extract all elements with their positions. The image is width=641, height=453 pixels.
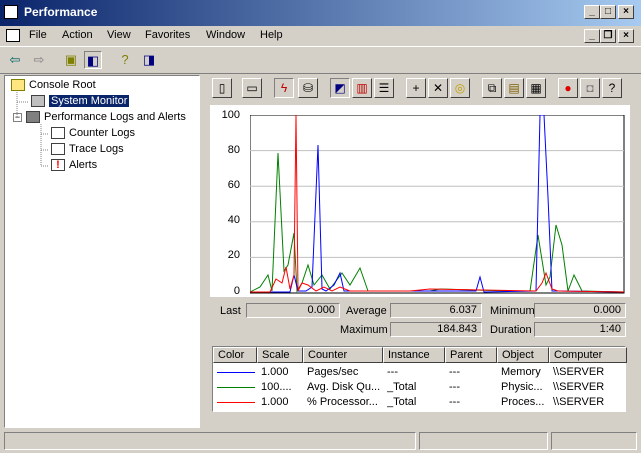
title-bar[interactable]: Performance _ □ ×	[0, 0, 641, 26]
new-counter-set-icon[interactable]: ▯	[212, 78, 232, 98]
menu-bar: File Action View Favorites Window Help _…	[0, 26, 641, 46]
y-tick-label: 0	[233, 285, 240, 297]
performance-graph: 100 80 60 40 20 0	[210, 105, 630, 297]
forward-arrow-icon[interactable]: ⇨	[30, 51, 48, 69]
plot-frame	[250, 115, 625, 294]
column-header-instance[interactable]: Instance	[383, 347, 445, 363]
legend-object: Proces...	[501, 396, 545, 408]
close-button[interactable]: ×	[618, 5, 634, 19]
column-header-counter[interactable]: Counter	[303, 347, 383, 363]
legend-scale: 1.000	[261, 366, 289, 378]
series-color-swatch	[217, 402, 255, 403]
window-title: Performance	[24, 5, 98, 19]
menu-window[interactable]: Window	[206, 29, 245, 41]
legend-scale: 1.000	[261, 396, 289, 408]
maximize-button[interactable]: □	[600, 5, 616, 19]
legend-row[interactable]: 1.000 Pages/sec --- --- Memory \\SERVER	[213, 365, 627, 380]
legend-row[interactable]: 100.... Avg. Disk Qu... _Total --- Physi…	[213, 380, 627, 395]
doc-restore-button[interactable]: ❐	[600, 29, 616, 43]
help-icon[interactable]: ?	[116, 51, 134, 69]
stat-average-value: 6.037	[390, 303, 482, 318]
stat-minimum-value: 0.000	[534, 303, 626, 318]
legend-computer: \\SERVER	[553, 396, 605, 408]
stat-minimum-label: Minimum	[490, 305, 535, 317]
column-header-object[interactable]: Object	[497, 347, 549, 363]
menu-view[interactable]: View	[107, 29, 131, 41]
legend-computer: \\SERVER	[553, 381, 605, 393]
highlight-icon[interactable]: ◎	[450, 78, 470, 98]
paste-counter-list-icon[interactable]: ▤	[504, 78, 524, 98]
stat-last-label: Last	[220, 305, 241, 317]
legend-counter: % Processor...	[307, 396, 378, 408]
column-header-color[interactable]: Color	[213, 347, 257, 363]
legend-instance: _Total	[387, 396, 417, 408]
action-pane-icon[interactable]: ◨	[140, 51, 158, 69]
freeze-display-icon[interactable]: ●	[558, 78, 578, 98]
mmc-doc-icon[interactable]	[6, 29, 20, 42]
counter-legend: Color Scale Counter Instance Parent Obje…	[212, 346, 627, 412]
view-report-icon[interactable]: ☰	[374, 78, 394, 98]
menu-help[interactable]: Help	[260, 29, 283, 41]
stat-average-label: Average	[346, 305, 387, 317]
legend-parent: ---	[449, 381, 460, 393]
legend-object: Physic...	[501, 381, 543, 393]
legend-instance: _Total	[387, 381, 417, 393]
menu-action[interactable]: Action	[62, 29, 93, 41]
stat-duration-label: Duration	[490, 324, 532, 336]
copy-properties-icon[interactable]: ⧉	[482, 78, 502, 98]
back-arrow-icon[interactable]: ⇦	[6, 51, 24, 69]
legend-scale: 100....	[261, 381, 292, 393]
doc-close-button[interactable]: ×	[618, 29, 634, 43]
legend-parent: ---	[449, 366, 460, 378]
legend-counter: Avg. Disk Qu...	[307, 381, 381, 393]
series-color-swatch	[217, 387, 255, 388]
update-data-icon[interactable]: ◘	[580, 78, 600, 98]
legend-row[interactable]: 1.000 % Processor... _Total --- Proces..…	[213, 395, 627, 410]
status-pane	[4, 432, 416, 450]
stat-maximum-value: 184.843	[390, 322, 482, 337]
menu-file[interactable]: File	[29, 29, 47, 41]
status-bar	[0, 430, 641, 453]
app-icon[interactable]	[4, 5, 18, 19]
view-graph-icon[interactable]: ◩	[330, 78, 350, 98]
legend-counter: Pages/sec	[307, 366, 359, 378]
properties-icon[interactable]: ▦	[526, 78, 546, 98]
delete-counter-icon[interactable]: ✕	[428, 78, 448, 98]
y-tick-label: 60	[227, 179, 240, 191]
status-pane	[551, 432, 637, 450]
stat-maximum-label: Maximum	[340, 324, 388, 336]
legend-computer: \\SERVER	[553, 366, 605, 378]
main-toolbar: ⇦ ⇨ ▣ ◧ ? ◨	[0, 46, 641, 74]
y-tick-label: 100	[221, 109, 240, 121]
add-counter-icon[interactable]: +	[406, 78, 426, 98]
view-histogram-icon[interactable]: ▥	[352, 78, 372, 98]
doc-minimize-button[interactable]: _	[584, 29, 600, 43]
legend-object: Memory	[501, 366, 541, 378]
tree-lines	[16, 92, 49, 167]
menu-favorites[interactable]: Favorites	[145, 29, 190, 41]
legend-parent: ---	[449, 396, 460, 408]
column-header-computer[interactable]: Computer	[549, 347, 627, 363]
view-log-data-icon[interactable]: ⛁	[298, 78, 318, 98]
graph-plot-area	[250, 115, 625, 294]
clear-display-icon[interactable]: ▭	[242, 78, 262, 98]
series-color-swatch	[217, 372, 255, 373]
y-tick-label: 40	[227, 214, 240, 226]
y-tick-label: 20	[227, 249, 240, 261]
stat-last-value: 0.000	[246, 303, 340, 318]
show-hide-tree-icon[interactable]: ◧	[84, 51, 102, 69]
stat-duration-value: 1:40	[534, 322, 626, 337]
view-current-activity-icon[interactable]: ϟ	[274, 78, 294, 98]
up-folder-icon[interactable]: ▣	[62, 51, 80, 69]
column-header-scale[interactable]: Scale	[257, 347, 303, 363]
status-pane	[419, 432, 548, 450]
console-tree: Console Root System Monitor − Performance…	[4, 75, 200, 428]
minimize-button[interactable]: _	[584, 5, 600, 19]
column-header-parent[interactable]: Parent	[445, 347, 497, 363]
help-icon[interactable]: ?	[602, 78, 622, 98]
legend-instance: ---	[387, 366, 398, 378]
system-monitor-pane: ▯ ▭ ϟ ⛁ ◩ ▥ ☰ + ✕ ◎ ⧉ ▤ ▦ ● ◘ ? 100 80 6…	[202, 75, 635, 428]
y-tick-label: 80	[227, 144, 240, 156]
